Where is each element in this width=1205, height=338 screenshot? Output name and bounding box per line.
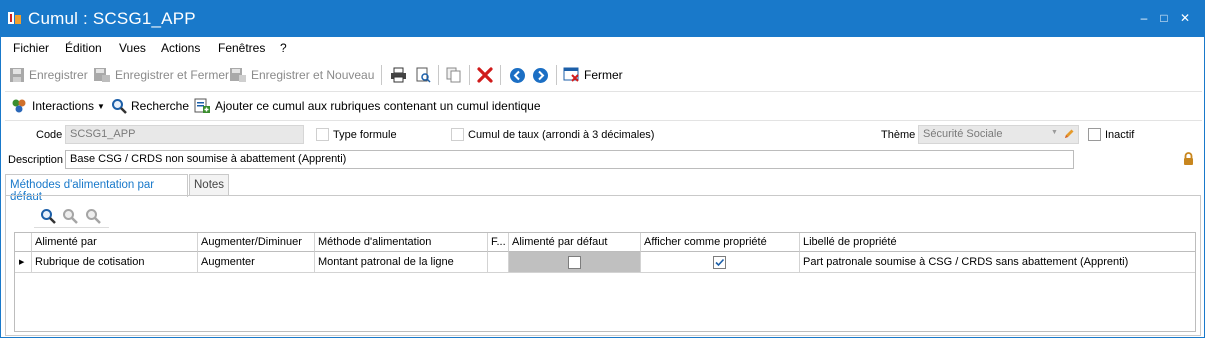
edit-pencil-icon [1065, 129, 1074, 138]
row-selector-icon[interactable]: ▶ [15, 252, 32, 273]
toolbar-separator [556, 65, 557, 85]
toolbar-separator [469, 65, 470, 85]
close-form-icon [563, 67, 579, 82]
table-cell-checkbox[interactable] [509, 252, 641, 273]
dropdown-arrow-icon: ▼ [1051, 129, 1058, 136]
code-label: Code [36, 129, 63, 141]
application-window: Cumul : SCSG1_APP – □ ✕ Fichier Édition … [0, 0, 1205, 338]
arrow-right-circle-icon [533, 67, 548, 83]
chevron-down-icon: ▼ [97, 101, 105, 111]
menu-bar: Fichier Édition Vues Actions Fenêtres ? [1, 37, 1204, 59]
minimize-button[interactable]: – [1137, 11, 1151, 25]
column-header[interactable]: Afficher comme propriété [641, 233, 800, 252]
toolbar-divider [5, 120, 1202, 121]
tab-panel: Alimenté par Augmenter/Diminuer Méthode … [5, 195, 1201, 336]
close-button[interactable]: Fermer [563, 64, 623, 86]
inactif-label: Inactif [1105, 129, 1135, 141]
close-window-button[interactable]: ✕ [1178, 11, 1192, 25]
data-grid: Alimenté par Augmenter/Diminuer Méthode … [14, 232, 1196, 332]
add-cumul-icon [194, 98, 210, 113]
table-cell[interactable]: Augmenter [198, 252, 315, 273]
arrow-left-circle-icon [510, 67, 525, 83]
cumul-taux-checkbox[interactable] [451, 128, 464, 141]
search-icon [112, 99, 127, 114]
inactif-checkbox[interactable] [1088, 128, 1101, 141]
floppy-disk-icon [10, 68, 24, 82]
table-cell[interactable] [488, 252, 509, 273]
printer-icon [391, 67, 406, 83]
afficher-propriete-checkbox[interactable] [713, 256, 726, 269]
column-header[interactable]: Libellé de propriété [800, 233, 1195, 252]
save-button[interactable]: Enregistrer [9, 64, 88, 86]
theme-label: Thème [881, 129, 916, 141]
alimente-defaut-checkbox[interactable] [568, 256, 581, 269]
app-icon [8, 12, 21, 24]
previous-button[interactable] [509, 64, 526, 86]
tab-methodes-alimentation[interactable]: Méthodes d'alimentation par défaut [5, 174, 188, 203]
floppy-close-icon [94, 68, 110, 82]
row-indicator-header [15, 233, 32, 252]
maximize-button[interactable]: □ [1157, 11, 1171, 25]
copy-icon [446, 67, 461, 83]
main-toolbar: Enregistrer Enregistrer et Fermer Enregi… [1, 61, 1204, 89]
toolbar-separator [381, 65, 382, 85]
column-header[interactable]: Alimenté par défaut [509, 233, 641, 252]
type-formule-checkbox[interactable] [316, 128, 329, 141]
add-cumul-button[interactable]: Ajouter ce cumul aux rubriques contenant… [194, 95, 541, 117]
description-field[interactable]: Base CSG / CRDS non soumise à abattement… [65, 150, 1074, 169]
table-cell[interactable]: Part patronale soumise à CSG / CRDS sans… [800, 252, 1195, 273]
title-bar[interactable]: Cumul : SCSG1_APP – □ ✕ [1, 1, 1204, 37]
column-header[interactable]: F... [488, 233, 509, 252]
table-cell[interactable]: Montant patronal de la ligne [315, 252, 488, 273]
grid-search-next-icon[interactable] [85, 208, 101, 224]
toolbar-divider [5, 91, 1202, 92]
menu-fenetres[interactable]: Fenêtres [218, 41, 265, 55]
toolbar-separator [438, 65, 439, 85]
table-cell[interactable]: Rubrique de cotisation [32, 252, 198, 273]
cumul-taux-label: Cumul de taux (arrondi à 3 décimales) [468, 129, 655, 141]
next-button[interactable] [532, 64, 549, 86]
save-close-button[interactable]: Enregistrer et Fermer [93, 64, 229, 86]
column-header[interactable]: Augmenter/Diminuer [198, 233, 315, 252]
delete-button[interactable] [477, 64, 493, 86]
grid-search-icon[interactable] [40, 208, 56, 224]
checkmark-icon [715, 258, 725, 267]
menu-help[interactable]: ? [280, 41, 287, 55]
column-header[interactable]: Alimenté par [32, 233, 198, 252]
grid-search-prev-icon[interactable] [62, 208, 78, 224]
type-formule-label: Type formule [333, 129, 397, 141]
menu-fichier[interactable]: Fichier [13, 41, 49, 55]
tab-notes[interactable]: Notes [189, 174, 229, 196]
table-cell-checkbox[interactable] [641, 252, 800, 273]
toolbar-separator [500, 65, 501, 85]
code-field[interactable]: SCSG1_APP [65, 125, 304, 144]
lock-icon[interactable] [1182, 152, 1195, 165]
floppy-new-icon [230, 68, 246, 82]
grid-toolbar-divider [34, 227, 109, 228]
delete-x-icon [477, 67, 493, 83]
menu-edition[interactable]: Édition [65, 41, 102, 55]
description-label: Description [8, 154, 64, 166]
secondary-toolbar: Interactions ▼ Recherche Ajouter ce cumu… [1, 93, 1204, 119]
print-preview-icon [416, 67, 431, 83]
theme-value: Sécurité Sociale [923, 128, 1003, 140]
theme-select[interactable]: Sécurité Sociale ▼ [918, 125, 1079, 144]
menu-vues[interactable]: Vues [119, 41, 146, 55]
print-button[interactable] [390, 64, 407, 86]
print-preview-button[interactable] [415, 64, 431, 86]
search-button[interactable]: Recherche [111, 95, 189, 117]
interactions-icon [12, 99, 26, 113]
copy-button[interactable] [446, 64, 462, 86]
window-title: Cumul : SCSG1_APP [28, 9, 196, 28]
menu-actions[interactable]: Actions [161, 41, 200, 55]
save-new-button[interactable]: Enregistrer et Nouveau [229, 64, 374, 86]
interactions-dropdown[interactable]: Interactions ▼ [11, 95, 105, 117]
column-header[interactable]: Méthode d'alimentation [315, 233, 488, 252]
